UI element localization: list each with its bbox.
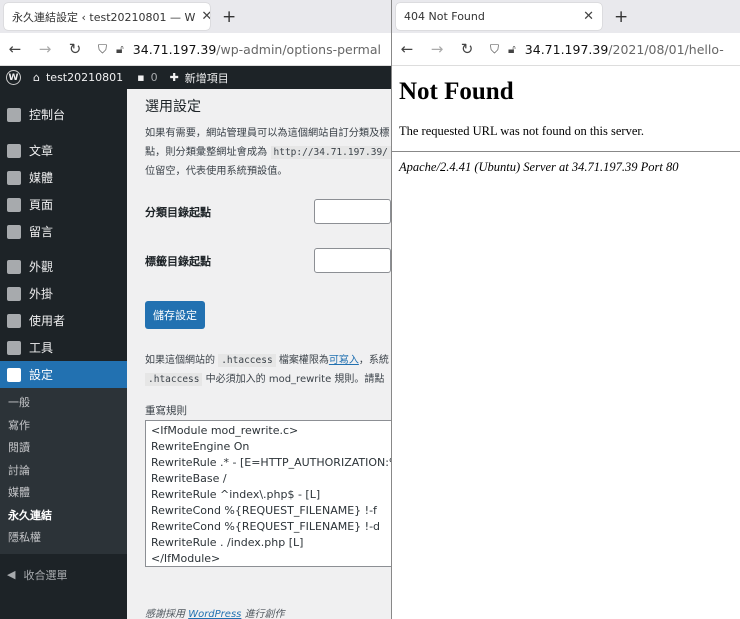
left-browser-window: 永久連結設定 ‹ test20210801 — W ✕ + ← → ↻ ⛉ 🔓︎…: [0, 0, 391, 619]
sidebar-item-posts[interactable]: 文章: [0, 137, 127, 164]
address-field[interactable]: 34.71.197.39/wp-admin/options-permal: [133, 42, 381, 57]
site-name-link[interactable]: test20210801: [46, 71, 123, 84]
sidebar-item-pages[interactable]: 頁面: [0, 191, 127, 218]
address-field[interactable]: 34.71.197.39/2021/08/01/hello-: [525, 42, 724, 57]
section-description: 如果有需要，網站管理員可以為這個網站自訂分類及標 點，則分類彙整網址會成為 ht…: [145, 128, 391, 177]
submenu-item-permalinks[interactable]: 永久連結: [0, 505, 127, 528]
collapse-icon: ◀: [7, 568, 16, 581]
forward-arrow-icon[interactable]: →: [38, 40, 52, 58]
page-title: Not Found: [399, 78, 514, 105]
submenu-item-general[interactable]: 一般: [0, 392, 127, 415]
submenu-item-privacy[interactable]: 隱私權: [0, 527, 127, 550]
not-found-page: Not Found The requested URL was not foun…: [392, 66, 740, 183]
media-icon: [7, 170, 21, 185]
comments-count[interactable]: 0: [151, 71, 158, 84]
tab-title: 永久連結設定 ‹ test20210801 — W: [12, 10, 196, 24]
category-base-label: 分類目錄起點: [145, 205, 211, 219]
main-content: 選用設定 如果有需要，網站管理員可以為這個網站自訂分類及標 點，則分類彙整網址會…: [127, 89, 391, 619]
url-host: 34.71.197.39: [132, 41, 217, 57]
url-bar: ← → ↻ ⛉ 🔓︎ 34.71.197.39/wp-admin/options…: [0, 33, 391, 66]
wordpress-link[interactable]: WordPress: [188, 609, 241, 619]
error-message: The requested URL was not found on this …: [399, 124, 644, 138]
close-tab-icon[interactable]: ✕: [577, 9, 594, 24]
rewrite-rules-textarea[interactable]: <IfModule mod_rewrite.c> RewriteEngine O…: [145, 420, 391, 567]
tab-404[interactable]: 404 Not Found ✕: [396, 3, 602, 30]
section-heading: 選用設定: [145, 99, 201, 115]
tag-base-label: 標籤目錄起點: [145, 254, 211, 268]
forward-arrow-icon[interactable]: →: [430, 40, 444, 58]
category-base-input[interactable]: [314, 199, 391, 224]
reload-icon[interactable]: ↻: [460, 40, 474, 58]
comment-icon: [7, 224, 21, 239]
settings-submenu: 一般 寫作 閱讀 討論 媒體 永久連結 隱私權: [0, 388, 127, 554]
home-icon[interactable]: ⌂: [33, 71, 40, 84]
sidebar-item-plugins[interactable]: 外掛: [0, 280, 127, 307]
back-arrow-icon[interactable]: ←: [400, 40, 414, 58]
dashboard-icon: [7, 107, 21, 122]
url-host: 34.71.197.39: [524, 41, 609, 57]
submenu-item-media[interactable]: 媒體: [0, 482, 127, 505]
pin-icon: [7, 143, 21, 158]
writable-link[interactable]: 可寫入: [329, 355, 359, 366]
comment-icon[interactable]: ▪: [137, 71, 144, 84]
htaccess-info: 如果這個網站的 .htaccess 檔案權限為可寫入，系統 .htaccess …: [145, 354, 389, 386]
submenu-item-discussion[interactable]: 討論: [0, 460, 127, 483]
sidebar-item-media[interactable]: 媒體: [0, 164, 127, 191]
shield-icon[interactable]: ⛉: [490, 42, 499, 57]
tab-bar: 永久連結設定 ‹ test20210801 — W ✕ +: [0, 0, 391, 33]
new-item-link[interactable]: 新增項目: [185, 70, 229, 86]
wordpress-logo-icon[interactable]: W: [6, 70, 21, 85]
page-icon: [7, 197, 21, 212]
insecure-lock-icon[interactable]: 🔓︎: [508, 42, 516, 57]
wp-admin-bar: W ⌂ test20210801 ▪ 0 ✚ 新增項目: [0, 66, 391, 89]
close-tab-icon[interactable]: ✕: [195, 9, 210, 24]
category-base-row: 分類目錄起點: [145, 199, 391, 224]
wp-admin-sidebar: 控制台 文章 媒體 頁面 留言 外觀 外掛 使用者 工具 設定 一般 寫作 閱讀…: [0, 89, 127, 619]
rewrite-rule-line: RewriteEngine On: [151, 440, 250, 453]
submenu-item-reading[interactable]: 閱讀: [0, 437, 127, 460]
right-browser-window: 404 Not Found ✕ + ← → ↻ ⛉ 🔓︎ 34.71.197.3…: [391, 0, 740, 619]
sidebar-item-dashboard[interactable]: 控制台: [0, 101, 127, 128]
tag-base-input[interactable]: [314, 248, 391, 273]
rewrite-rule-line: RewriteBase /: [151, 472, 227, 485]
rewrite-rule-line: RewriteRule . /index.php [L]: [151, 536, 304, 549]
rewrite-rule-line: RewriteRule .* - [E=HTTP_AUTHORIZATION:%…: [151, 456, 391, 469]
new-tab-icon[interactable]: +: [614, 7, 628, 27]
rewrite-rule-line: </IfModule>: [151, 552, 221, 565]
url-bar: ← → ↻ ⛉ 🔓︎ 34.71.197.39/2021/08/01/hello…: [392, 33, 740, 66]
plus-icon[interactable]: ✚: [170, 71, 179, 84]
rewrite-rule-line: RewriteCond %{REQUEST_FILENAME} !-d: [151, 520, 381, 533]
tab-permalink-settings[interactable]: 永久連結設定 ‹ test20210801 — W ✕: [4, 3, 210, 30]
wrench-icon: [7, 340, 21, 355]
rewrite-rule-line: RewriteCond %{REQUEST_FILENAME} !-f: [151, 504, 377, 517]
collapse-menu-button[interactable]: ◀ 收合選單: [0, 560, 127, 590]
rewrite-rules-label: 重寫規則: [145, 405, 187, 417]
sidebar-item-comments[interactable]: 留言: [0, 218, 127, 245]
new-tab-icon[interactable]: +: [222, 7, 236, 27]
user-icon: [7, 313, 21, 328]
footer-credit: 感謝採用 WordPress 進行創作: [145, 609, 285, 619]
shield-icon[interactable]: ⛉: [98, 42, 107, 57]
save-settings-button[interactable]: 儲存設定: [145, 301, 205, 329]
plug-icon: [7, 286, 21, 301]
insecure-lock-icon[interactable]: 🔓︎: [116, 42, 124, 57]
rewrite-rule-line: RewriteRule ^index\.php$ - [L]: [151, 488, 321, 501]
tab-bar: 404 Not Found ✕ +: [392, 0, 740, 33]
sidebar-item-tools[interactable]: 工具: [0, 334, 127, 361]
settings-icon: [7, 367, 21, 382]
back-arrow-icon[interactable]: ←: [8, 40, 22, 58]
divider: [392, 151, 740, 152]
server-signature: Apache/2.4.41 (Ubuntu) Server at 34.71.1…: [399, 160, 679, 174]
submenu-item-writing[interactable]: 寫作: [0, 415, 127, 438]
reload-icon[interactable]: ↻: [68, 40, 82, 58]
brush-icon: [7, 259, 21, 274]
tab-title: 404 Not Found: [404, 10, 485, 23]
tag-base-row: 標籤目錄起點: [145, 248, 391, 273]
url-path: /wp-admin/options-permal: [216, 41, 381, 57]
sidebar-item-appearance[interactable]: 外觀: [0, 253, 127, 280]
sidebar-item-settings[interactable]: 設定: [0, 361, 127, 388]
url-path: /2021/08/01/hello-: [608, 41, 724, 57]
sidebar-item-users[interactable]: 使用者: [0, 307, 127, 334]
rewrite-rule-line: <IfModule mod_rewrite.c>: [151, 424, 299, 437]
